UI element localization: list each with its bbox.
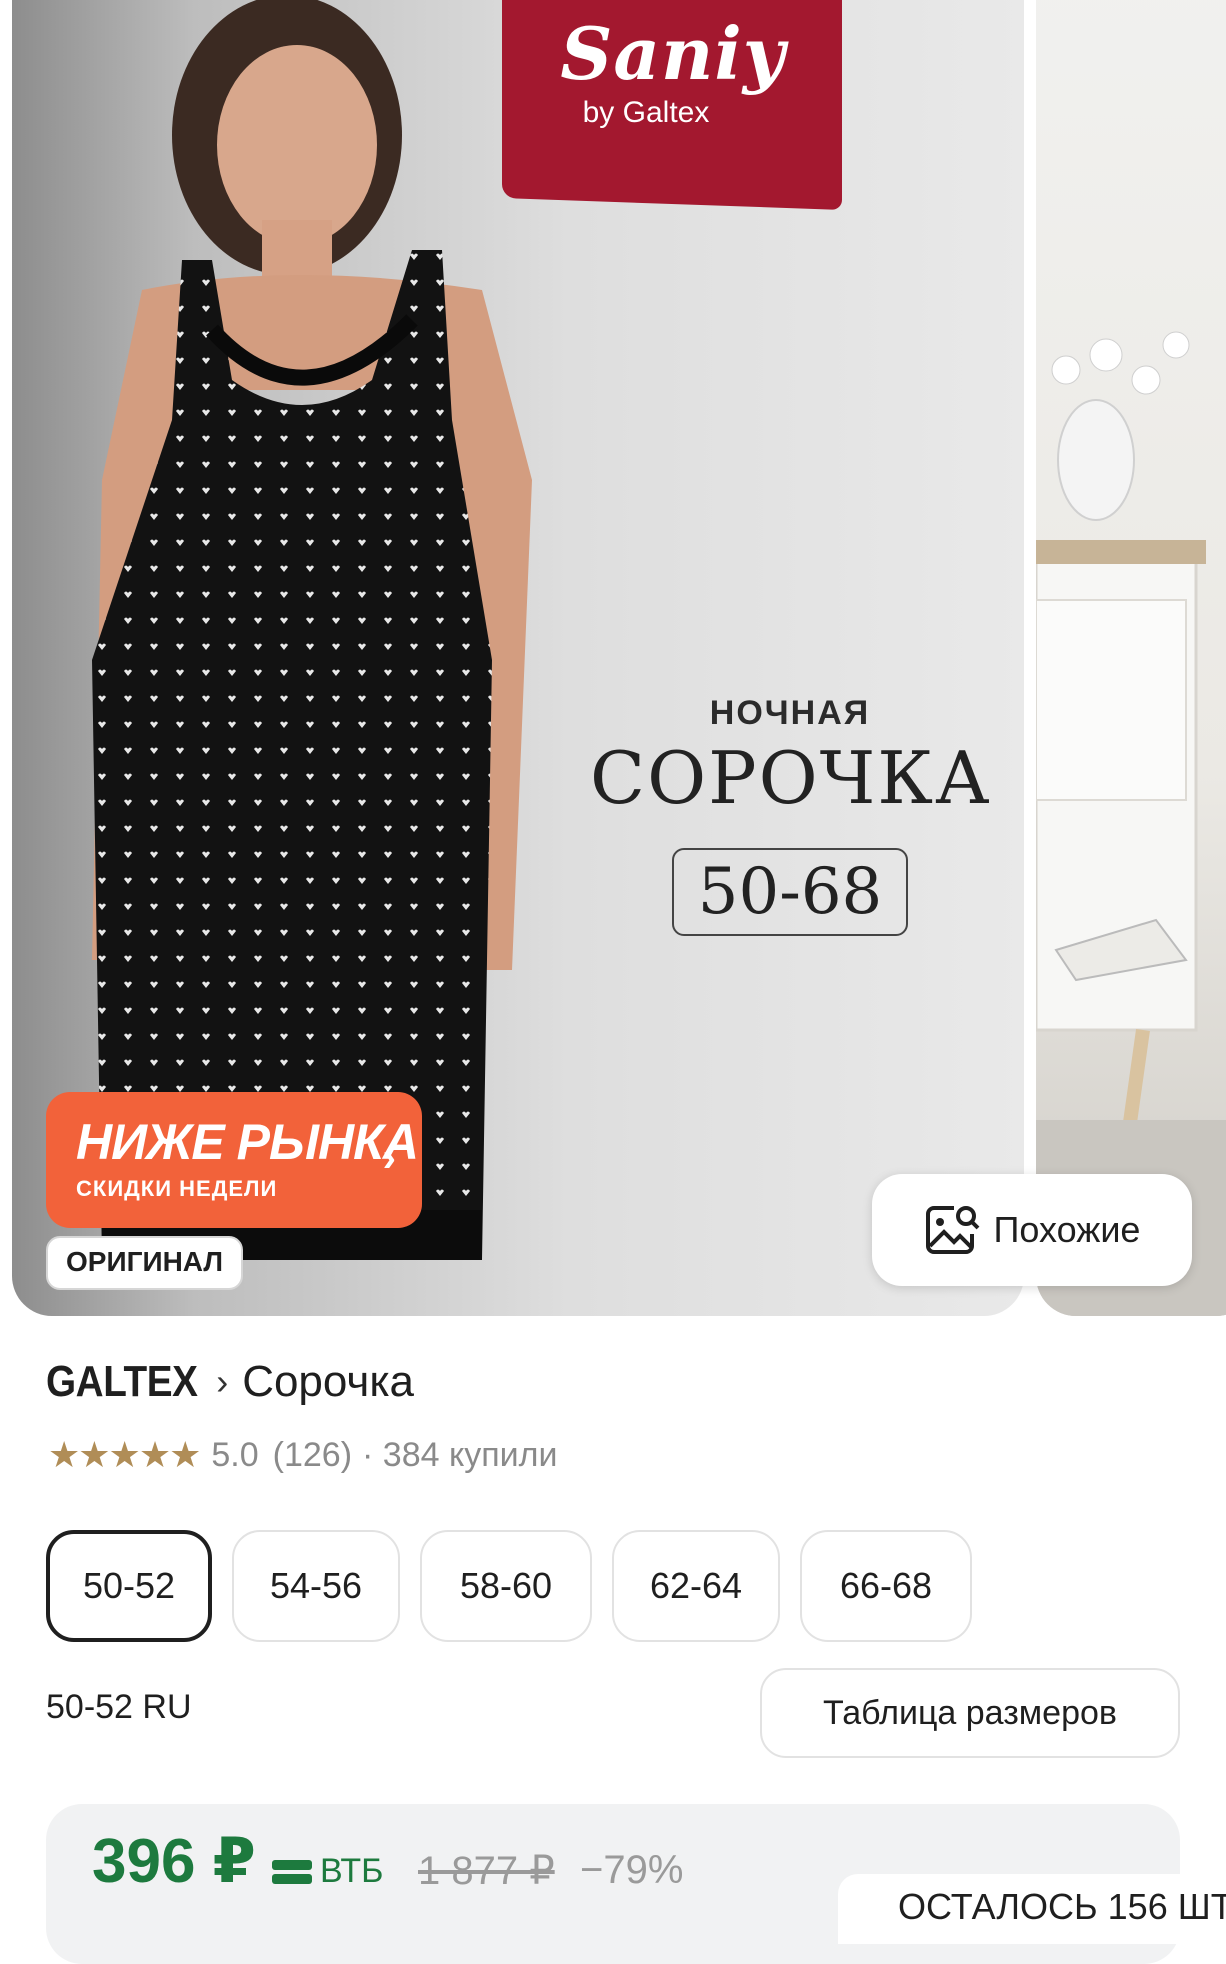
stock-left-badge: ОСТАЛОСЬ 156 ШТ [838, 1874, 1226, 1944]
promo-title: НИЖЕ РЫНКА [76, 1114, 419, 1170]
product-gallery[interactable]: Saniy by Galtex НОЧНАЯ СОРОЧКА 50-68 НИЖ… [0, 0, 1226, 1318]
bank-price-label[interactable]: ВТБ [272, 1852, 383, 1891]
promo-subtitle: СКИДКИ НЕДЕЛИ [76, 1176, 278, 1201]
image-search-icon [925, 1206, 979, 1254]
next-photo-preview[interactable] [1036, 0, 1226, 1316]
size-option[interactable]: 66-68 [800, 1530, 972, 1642]
size-table-button[interactable]: Таблица размеров [760, 1668, 1180, 1758]
vtb-bank-icon [272, 1858, 312, 1886]
promo-banner[interactable]: НИЖЕ РЫНКА СКИДКИ НЕДЕЛИ › [46, 1092, 422, 1228]
chevron-right-icon: › [216, 1361, 229, 1402]
image-size-range: 50-68 [672, 848, 908, 936]
size-option[interactable]: 58-60 [420, 1530, 592, 1642]
current-price: 396 ₽ [92, 1827, 256, 1896]
interior-illustration [1036, 331, 1226, 1316]
rating-row[interactable]: ★★★★★ 5.0 (126) · 384 купили [48, 1434, 557, 1476]
brand-logo: Saniy [560, 11, 786, 96]
selected-size-note: 50-52 RU [46, 1688, 192, 1726]
image-headline-small: НОЧНАЯ [709, 694, 871, 732]
size-option[interactable]: 62-64 [612, 1530, 780, 1642]
price-card: 396 ₽ ВТБ 1 877 ₽ −79% ОСТАЛОСЬ 156 ШТ [46, 1804, 1226, 1964]
purchase-count: · 384 купили [362, 1435, 558, 1474]
original-badge: ОРИГИНАЛ [46, 1236, 244, 1290]
similar-label: Похожие [993, 1209, 1141, 1250]
brand-logo-subtitle: by Galtex [582, 96, 710, 129]
star-rating-icon: ★★★★★ [48, 1434, 201, 1475]
rating-value: 5.0 [211, 1435, 259, 1474]
image-headline-big: СОРОЧКА [590, 736, 992, 820]
size-option[interactable]: 54-56 [232, 1530, 400, 1642]
discount-percent: −79% [580, 1848, 684, 1892]
product-title: Сорочка [242, 1357, 415, 1406]
size-selector: 50-52 54-56 58-60 62-64 66-68 [46, 1530, 972, 1642]
brand-link[interactable]: GALTEX [46, 1354, 198, 1410]
similar-button[interactable]: Похожие [872, 1174, 1192, 1286]
old-price: 1 877 ₽ [418, 1849, 555, 1893]
size-option[interactable]: 50-52 [46, 1530, 212, 1642]
bank-name: ВТБ [320, 1852, 384, 1890]
chevron-right-icon: › [382, 1136, 396, 1180]
breadcrumb: GALTEX › Сорочка [46, 1354, 414, 1410]
review-count: (126) [272, 1435, 353, 1474]
